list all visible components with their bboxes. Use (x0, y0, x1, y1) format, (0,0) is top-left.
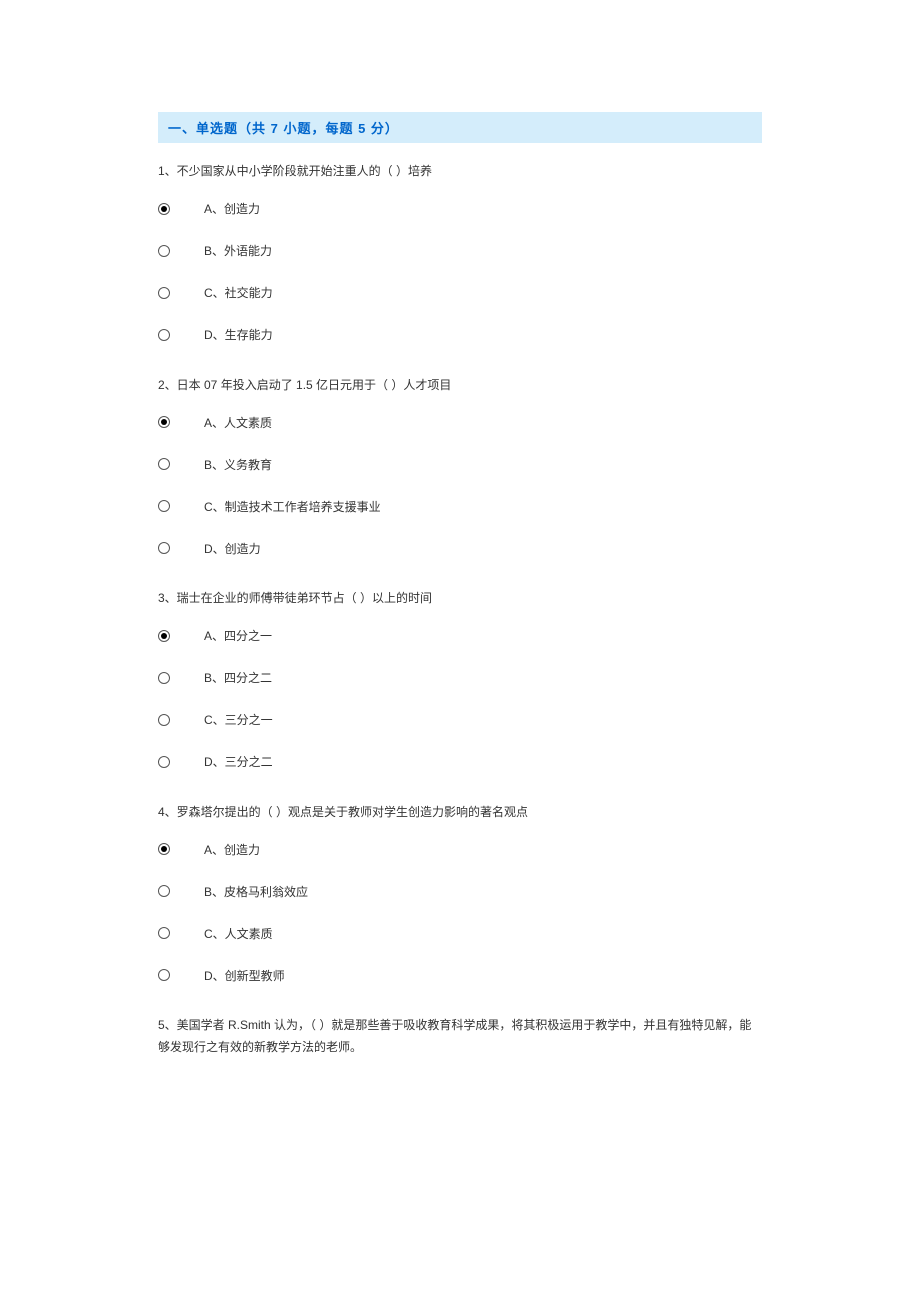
option-label: B、外语能力 (204, 242, 272, 259)
question-text: 4、罗森塔尔提出的（ ）观点是关于教师对学生创造力影响的著名观点 (158, 802, 762, 824)
option-row: A、创造力 (158, 199, 762, 219)
option-row: C、三分之一 (158, 710, 762, 730)
option-row: B、义务教育 (158, 454, 762, 474)
option-row: D、创新型教师 (158, 965, 762, 985)
option-row: A、创造力 (158, 839, 762, 859)
question-text: 5、美国学者 R.Smith 认为，（ ）就是那些善于吸收教育科学成果，将其积极… (158, 1015, 762, 1058)
radio-q4-a[interactable] (158, 843, 170, 855)
option-label: D、创新型教师 (204, 967, 285, 984)
question-block: 2、日本 07 年投入启动了 1.5 亿日元用于（ ）人才项目 A、人文素质 B… (158, 375, 762, 559)
radio-q1-b[interactable] (158, 245, 170, 257)
option-row: C、社交能力 (158, 283, 762, 303)
radio-q2-c[interactable] (158, 500, 170, 512)
option-label: C、社交能力 (204, 284, 273, 301)
section-header: 一、单选题（共 7 小题，每题 5 分） (158, 112, 762, 143)
option-row: B、四分之二 (158, 668, 762, 688)
question-text: 1、不少国家从中小学阶段就开始注重人的（ ）培养 (158, 161, 762, 183)
radio-q3-a[interactable] (158, 630, 170, 642)
radio-q3-d[interactable] (158, 756, 170, 768)
option-label: B、皮格马利翁效应 (204, 883, 308, 900)
option-label: A、四分之一 (204, 627, 272, 644)
option-row: B、皮格马利翁效应 (158, 881, 762, 901)
option-label: C、制造技术工作者培养支援事业 (204, 498, 381, 515)
question-block: 4、罗森塔尔提出的（ ）观点是关于教师对学生创造力影响的著名观点 A、创造力 B… (158, 802, 762, 986)
option-label: D、创造力 (204, 540, 261, 557)
option-label: C、三分之一 (204, 711, 273, 728)
option-row: A、人文素质 (158, 412, 762, 432)
radio-q1-c[interactable] (158, 287, 170, 299)
radio-q2-d[interactable] (158, 542, 170, 554)
radio-q4-d[interactable] (158, 969, 170, 981)
option-row: D、创造力 (158, 538, 762, 558)
option-row: C、人文素质 (158, 923, 762, 943)
option-row: A、四分之一 (158, 626, 762, 646)
option-row: B、外语能力 (158, 241, 762, 261)
radio-q4-c[interactable] (158, 927, 170, 939)
option-label: A、人文素质 (204, 414, 272, 431)
option-label: A、创造力 (204, 200, 260, 217)
option-label: C、人文素质 (204, 925, 273, 942)
question-block: 5、美国学者 R.Smith 认为，（ ）就是那些善于吸收教育科学成果，将其积极… (158, 1015, 762, 1058)
option-row: D、三分之二 (158, 752, 762, 772)
radio-q2-b[interactable] (158, 458, 170, 470)
option-row: D、生存能力 (158, 325, 762, 345)
question-block: 1、不少国家从中小学阶段就开始注重人的（ ）培养 A、创造力 B、外语能力 C、… (158, 161, 762, 345)
radio-q3-c[interactable] (158, 714, 170, 726)
radio-q4-b[interactable] (158, 885, 170, 897)
radio-q2-a[interactable] (158, 416, 170, 428)
option-label: A、创造力 (204, 841, 260, 858)
option-label: D、三分之二 (204, 753, 273, 770)
radio-q1-a[interactable] (158, 203, 170, 215)
question-text: 2、日本 07 年投入启动了 1.5 亿日元用于（ ）人才项目 (158, 375, 762, 397)
option-label: B、四分之二 (204, 669, 272, 686)
option-label: D、生存能力 (204, 326, 273, 343)
question-text: 3、瑞士在企业的师傅带徒弟环节占（ ）以上的时间 (158, 588, 762, 610)
question-block: 3、瑞士在企业的师傅带徒弟环节占（ ）以上的时间 A、四分之一 B、四分之二 C… (158, 588, 762, 772)
option-row: C、制造技术工作者培养支援事业 (158, 496, 762, 516)
option-label: B、义务教育 (204, 456, 272, 473)
radio-q1-d[interactable] (158, 329, 170, 341)
radio-q3-b[interactable] (158, 672, 170, 684)
